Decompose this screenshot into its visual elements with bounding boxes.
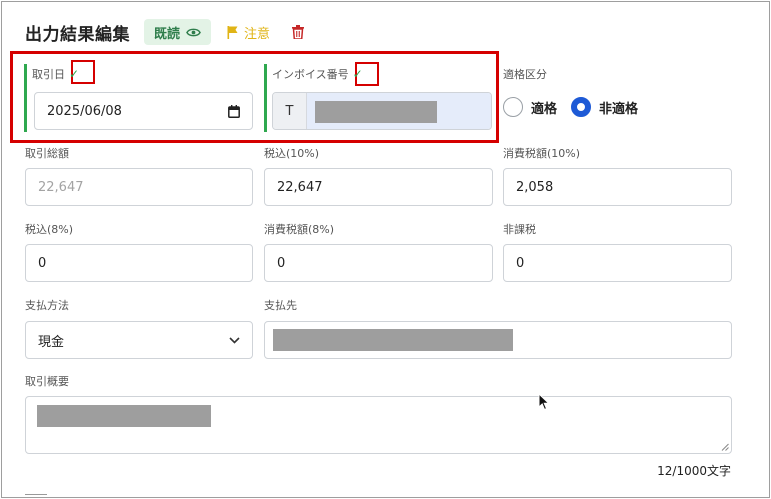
read-badge-label: 既読 xyxy=(154,26,181,42)
transaction-date-input[interactable]: 2025/06/08 xyxy=(34,92,253,130)
accent-bar-invoice xyxy=(264,64,267,132)
radio-qualified[interactable] xyxy=(503,97,523,117)
consumption-tax-10-input[interactable]: 2,058 xyxy=(503,168,732,206)
read-badge[interactable]: 既読 xyxy=(144,19,212,45)
mouse-cursor-icon xyxy=(538,393,550,411)
invoice-prefix: T xyxy=(273,93,307,129)
total-amount-input[interactable]: 22,647 xyxy=(25,168,253,206)
flag-icon xyxy=(227,25,238,39)
summary-label: 取引概要 xyxy=(25,375,69,388)
caution-button[interactable]: 注意 xyxy=(227,23,270,42)
tax-incl-10-label: 税込(10%) xyxy=(264,147,320,160)
header: 出力結果編集 既読 注意 xyxy=(25,18,305,46)
next-field-label-cutoff xyxy=(25,490,47,498)
non-taxable-input[interactable]: 0 xyxy=(503,244,732,282)
qualification-label: 適格区分 xyxy=(503,68,547,81)
consumption-tax-10-label: 消費税額(10%) xyxy=(503,147,581,160)
payee-label: 支払先 xyxy=(264,299,297,312)
check-icon: ✓ xyxy=(69,67,80,81)
caution-label: 注意 xyxy=(244,26,271,42)
delete-button[interactable] xyxy=(292,25,305,39)
invoice-number-input[interactable] xyxy=(307,93,491,129)
redacted-invoice-number xyxy=(315,101,437,123)
total-amount-label: 取引総額 xyxy=(25,147,69,160)
non-taxable-label: 非課税 xyxy=(503,223,536,236)
invoice-number-label: インボイス番号 ✓ xyxy=(272,67,363,81)
check-icon: ✓ xyxy=(352,67,363,81)
summary-textarea[interactable] xyxy=(25,396,732,454)
resize-handle-icon[interactable] xyxy=(721,443,729,451)
payee-input[interactable] xyxy=(264,321,732,359)
tax-incl-8-label: 税込(8%) xyxy=(25,223,74,236)
qualification-radio-group: 適格 非適格 xyxy=(503,97,652,117)
consumption-tax-8-label: 消費税額(8%) xyxy=(264,223,335,236)
calendar-icon[interactable] xyxy=(228,104,240,118)
invoice-number-field[interactable]: T xyxy=(272,92,492,130)
tax-incl-10-input[interactable]: 22,647 xyxy=(264,168,493,206)
radio-option-qualified[interactable]: 適格 xyxy=(503,97,557,117)
accent-bar-date xyxy=(24,64,27,132)
payment-method-label: 支払方法 xyxy=(25,299,69,312)
chevron-down-icon xyxy=(229,336,240,344)
character-counter: 12/1000文字 xyxy=(657,464,731,478)
eye-icon xyxy=(186,28,201,36)
radio-non-qualified[interactable] xyxy=(571,97,592,117)
tax-incl-8-input[interactable]: 0 xyxy=(25,244,253,282)
payment-method-select[interactable]: 現金 xyxy=(25,321,253,359)
transaction-date-label: 取引日 ✓ xyxy=(32,67,80,81)
page-title: 出力結果編集 xyxy=(25,24,130,45)
trash-icon xyxy=(292,25,305,39)
consumption-tax-8-input[interactable]: 0 xyxy=(264,244,493,282)
radio-option-non-qualified[interactable]: 非適格 xyxy=(571,97,638,117)
redacted-summary xyxy=(37,405,211,427)
redacted-payee xyxy=(273,329,513,351)
transaction-date-value: 2025/06/08 xyxy=(47,103,122,119)
